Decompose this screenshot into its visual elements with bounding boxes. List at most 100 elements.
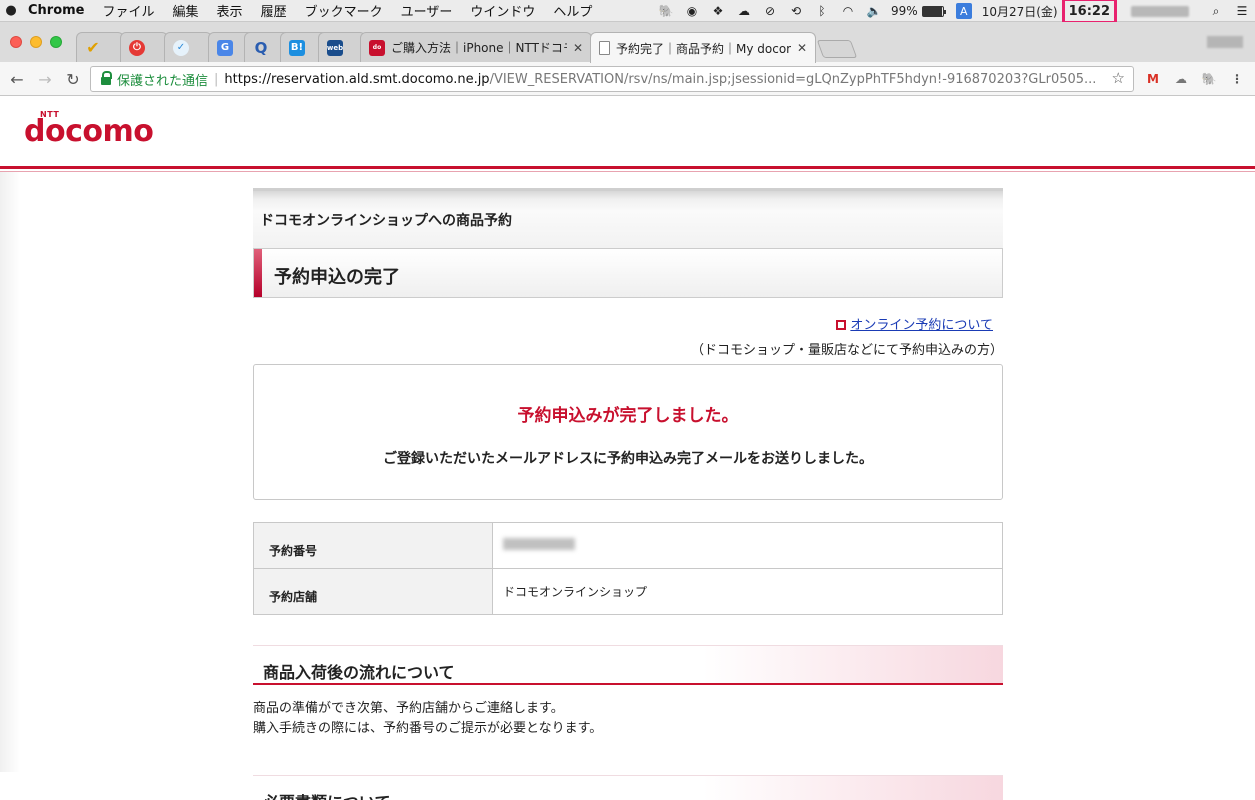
volume-icon[interactable]: 🔈 [861, 0, 887, 22]
pinned-tab-1[interactable]: ✔ [76, 32, 124, 62]
section-line: 購入手続きの際には、予約番号のご提示が必要となります。 [253, 721, 603, 736]
completion-title: 予約申込みが完了しました。 [517, 406, 739, 426]
minimize-window-button[interactable] [30, 36, 42, 48]
notification-center-icon[interactable]: ☰ [1229, 0, 1255, 22]
page-icon [599, 41, 610, 55]
reservation-store-label: 予約店舗 [253, 568, 493, 615]
menu-view[interactable]: 表示 [208, 1, 252, 20]
wifi-icon[interactable]: ◠ [835, 0, 861, 22]
menu-bookmarks[interactable]: ブックマーク [296, 1, 392, 20]
completion-message: ご登録いただいたメールアドレスに予約申込み完了メールをお送りしました。 [383, 451, 873, 467]
tab-label: 予約完了｜商品予約｜My docomo [616, 41, 791, 56]
completion-box: 予約申込みが完了しました。 ご登録いただいたメールアドレスに予約申込み完了メール… [253, 364, 1003, 500]
profile-button[interactable] [1207, 36, 1243, 48]
dropbox-icon[interactable]: ❖ [705, 0, 731, 22]
new-tab-button[interactable] [816, 40, 858, 58]
shop-header: ドコモオンラインショップへの商品予約 [253, 188, 1003, 248]
cloud-extension-icon[interactable]: ☁ [1172, 70, 1190, 88]
translate-icon: G [217, 39, 233, 56]
close-tab-icon[interactable]: ✕ [573, 41, 583, 55]
reservation-number-value [492, 522, 1003, 569]
header-pink-line [0, 171, 1255, 172]
menu-app-name[interactable]: Chrome [22, 3, 94, 18]
secure-label: 保護された通信 [117, 73, 209, 89]
header-red-line [0, 166, 1255, 169]
menu-history[interactable]: 履歴 [252, 1, 296, 20]
page-title-box: 予約申込の完了 [253, 248, 1003, 298]
title-accent-bar [254, 249, 262, 297]
evernote-icon[interactable]: 🐘 [653, 0, 679, 22]
web-page: NTT docomo ドコモオンラインショップへの商品予約 予約申込の完了 オン… [0, 96, 1255, 800]
external-link-icon [836, 320, 847, 330]
bluetooth-icon[interactable]: ᛒ [809, 0, 835, 22]
address-bar[interactable]: 保護された通信 | https://reservation.ald.smt.do… [90, 66, 1134, 92]
power-icon: ⏻ [129, 39, 145, 56]
blocked-icon[interactable]: ⊘ [757, 0, 783, 22]
site-header: NTT docomo [0, 96, 1255, 166]
menubar-time[interactable]: 16:22 [1061, 0, 1117, 24]
battery-icon[interactable] [921, 5, 946, 17]
status-area: 🐘 ◉ ❖ ☁ ⊘ ⟲ ᛒ ◠ 🔈 99% A 10月27日(金) 16:22 … [653, 0, 1255, 24]
web-icon: web [327, 39, 343, 56]
onepassword-icon[interactable]: ◉ [679, 0, 705, 22]
user-name-redacted[interactable] [1131, 5, 1189, 17]
spotlight-icon[interactable]: ⌕ [1203, 0, 1229, 22]
docomo-favicon-icon: do [369, 39, 385, 56]
browser-toolbar: ← → ↻ 保護された通信 | https://reservation.ald.… [0, 62, 1255, 96]
menubar-date[interactable]: 10月27日(金) [978, 3, 1062, 20]
url-host: https://reservation.ald.smt.docomo.ne.jp [224, 71, 490, 87]
cloud-icon[interactable]: ☁ [731, 0, 757, 22]
redacted-reservation-number [503, 538, 575, 550]
online-reservation-link[interactable]: オンライン予約について [850, 318, 993, 333]
menu-user[interactable]: ユーザー [392, 1, 462, 20]
tab-reservation-complete[interactable]: 予約完了｜商品予約｜My docomo ✕ [590, 32, 816, 63]
hatena-bookmark-icon: B! [289, 39, 305, 56]
tab-label: ご購入方法｜iPhone｜NTTドコモ [391, 41, 567, 55]
online-reservation-note: （ドコモショップ・量販店などにて予約申込みの方） [690, 343, 1003, 358]
section-line: 商品の準備ができ次第、予約店舗からご連絡します。 [253, 701, 564, 716]
input-method-icon[interactable]: A [955, 3, 972, 19]
reservation-number-label: 予約番号 [253, 522, 493, 569]
menu-edit[interactable]: 編集 [164, 1, 208, 20]
page-title: 予約申込の完了 [274, 267, 400, 288]
main-content: ドコモオンラインショップへの商品予約 予約申込の完了 オンライン予約について （… [253, 188, 1003, 800]
docomo-logo[interactable]: docomo [24, 114, 154, 149]
menu-window[interactable]: ウインドウ [461, 1, 544, 20]
address-separator: | [214, 71, 219, 87]
apple-icon[interactable]: ● [0, 3, 22, 18]
left-shadow [0, 172, 20, 772]
url-path: /VIEW_RESERVATION/rsv/ns/main.jsp;jsessi… [489, 71, 1097, 87]
section-text-arrival-flow: 商品の準備ができ次第、予約店舗からご連絡します。 購入手続きの際には、予約番号の… [253, 699, 1003, 739]
section-heading-documents: 必要書類について [253, 775, 1003, 800]
gmail-icon[interactable]: M [1144, 70, 1162, 88]
close-window-button[interactable] [10, 36, 22, 48]
reservation-info-table: 予約番号 予約店舗 ドコモオンラインショップ [253, 522, 1003, 615]
menu-help[interactable]: ヘルプ [544, 1, 601, 20]
pinned-tab-3[interactable]: ✓ [164, 32, 212, 62]
check-icon: ✔ [86, 38, 100, 57]
menu-bar: ● Chrome ファイル 編集 表示 履歴 ブックマーク ユーザー ウインドウ… [0, 0, 1255, 24]
checkmark-circle-icon: ✓ [173, 39, 189, 56]
lock-icon [101, 71, 112, 85]
tab-docomo-purchase[interactable]: do ご購入方法｜iPhone｜NTTドコモ ✕ [360, 32, 592, 62]
q-icon: Q [254, 38, 268, 57]
zoom-window-button[interactable] [50, 36, 62, 48]
online-reservation-link-row: オンライン予約について [253, 314, 1003, 333]
reservation-store-value: ドコモオンラインショップ [492, 568, 1003, 615]
pinned-tab-2[interactable]: ⏻ [120, 32, 168, 62]
table-row: 予約番号 [253, 522, 1003, 569]
close-tab-icon[interactable]: ✕ [797, 41, 807, 55]
back-arrow-icon[interactable]: ← [6, 68, 28, 90]
forward-arrow-icon[interactable]: → [34, 68, 56, 90]
chrome-menu-icon[interactable]: ⋮ [1228, 70, 1246, 88]
tab-strip: ✔ ⏻ ✓ G Q B! web do ご購入方法｜iPhone｜NTTドコモ … [0, 22, 1255, 63]
section-heading-arrival-flow: 商品入荷後の流れについて [253, 645, 1003, 685]
time-machine-icon[interactable]: ⟲ [783, 0, 809, 22]
bookmark-star-icon[interactable]: ☆ [1112, 69, 1125, 87]
evernote-extension-icon[interactable]: 🐘 [1200, 70, 1218, 88]
table-row: 予約店舗 ドコモオンラインショップ [253, 568, 1003, 615]
menu-file[interactable]: ファイル [94, 1, 164, 20]
battery-percent: 99% [891, 4, 918, 18]
reload-icon[interactable]: ↻ [62, 68, 84, 90]
pinned-tab-7[interactable]: web [318, 32, 366, 62]
